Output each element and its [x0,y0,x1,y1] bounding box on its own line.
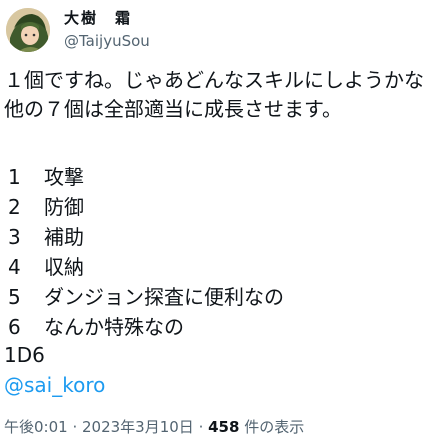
skill-label: 補助 [44,225,84,249]
skill-label: 攻撃 [44,165,84,189]
meta-separator: · [67,418,82,436]
skill-label: 収納 [44,255,84,279]
skill-list: 1 攻撃 2 防御 3 補助 4 収納 5 ダンジョン探査に便利なの 6 なんか特殊なの [4,162,428,342]
avatar[interactable] [6,8,50,52]
skill-label: 防御 [44,195,84,219]
list-item: 6 なんか特殊なの [4,312,428,342]
list-item: 1 攻撃 [4,162,428,192]
avatar-image [6,8,50,52]
skill-number: 3 [8,225,21,249]
list-item: 3 補助 [4,222,428,252]
views-count: 458 [208,418,240,436]
tweet-text: １個ですね。じゃあどんなスキルにしようかな 他の７個は全部適当に成長させます。 [4,66,428,124]
tweet-time[interactable]: 午後0:01 [4,418,68,436]
list-item: 5 ダンジョン探査に便利なの [4,282,428,312]
user-handle[interactable]: @TaijyuSou [64,32,150,50]
views-label: 件の表示 [239,418,305,436]
views-link[interactable]: 458 件の表示 [208,418,304,436]
skill-label: なんか特殊なの [44,315,184,339]
tweet-date[interactable]: 2023年3月10日 [82,418,194,436]
list-item: 2 防御 [4,192,428,222]
list-item: 4 収納 [4,252,428,282]
skill-number: 2 [8,195,21,219]
skill-label: ダンジョン探査に便利なの [44,285,284,309]
skill-number: 4 [8,255,21,279]
skill-number: 5 [8,285,21,309]
tweet-meta: 午後0:01 · 2023年3月10日 · 458 件の表示 [4,416,304,437]
tweet-line-1: １個ですね。じゃあどんなスキルにしようかな [4,68,424,92]
skill-number: 6 [8,315,21,339]
dice-command: 1D6 [4,343,45,367]
tweet-line-2: 他の７個は全部適当に成長させます。 [4,97,342,121]
skill-number: 1 [8,165,21,189]
display-name[interactable]: 大樹 霜 [64,7,132,28]
mention-link[interactable]: @sai_koro [4,370,105,400]
meta-separator: · [193,418,209,436]
